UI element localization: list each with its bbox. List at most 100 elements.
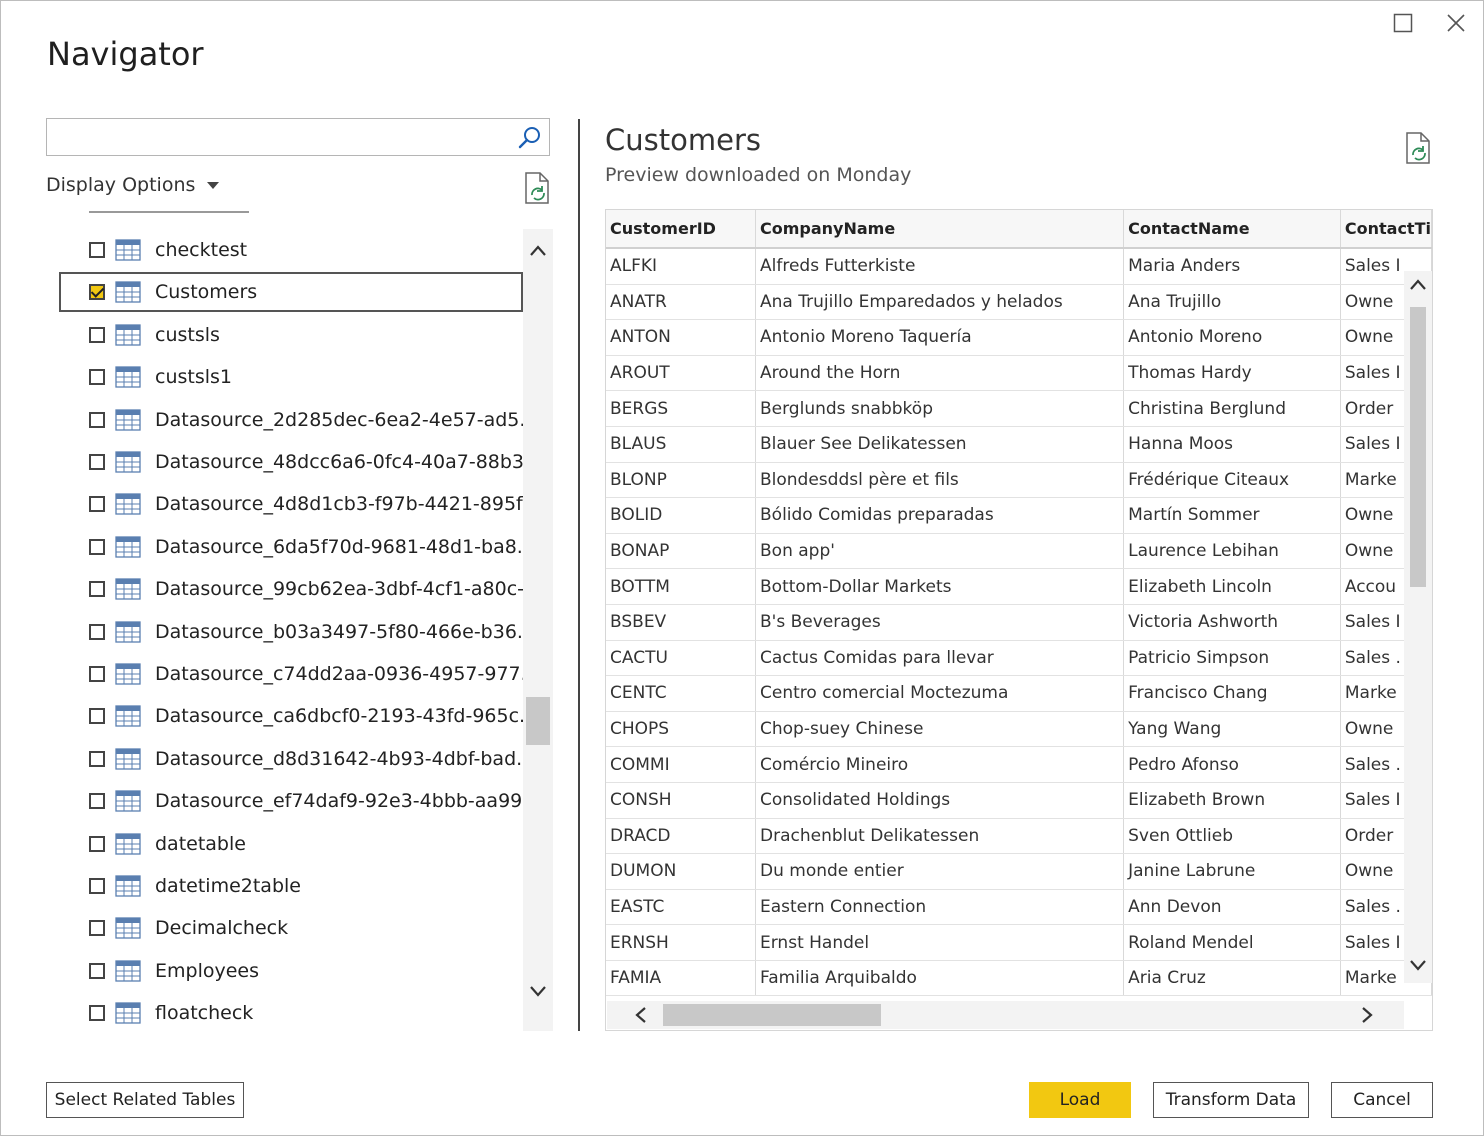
refresh-file-icon[interactable]: [522, 171, 552, 205]
tree-item-checkbox[interactable]: [89, 538, 105, 555]
table-row[interactable]: CENTC Centro comercial Moctezuma Francisco…: [606, 675, 1432, 712]
column-header[interactable]: ContactName: [1123, 210, 1341, 249]
refresh-file-icon[interactable]: [1403, 131, 1433, 165]
tree-item-checkbox[interactable]: [89, 326, 105, 343]
tree-item-checkbox[interactable]: [89, 962, 105, 979]
tree-item[interactable]: Datasource_b03a3497-5f80-466e-b36...: [59, 612, 525, 652]
tree-item-checkbox[interactable]: [89, 666, 105, 682]
tree-item[interactable]: Customers: [59, 272, 523, 313]
table-row[interactable]: BONAP Bon app' Laurence Lebihan Owne: [606, 533, 1432, 570]
tree-item[interactable]: datetime2table: [59, 866, 523, 906]
tree-item[interactable]: checktest: [59, 230, 523, 270]
close-button[interactable]: [1441, 9, 1471, 37]
tree-item-checkbox[interactable]: [89, 369, 105, 386]
tree-item-checkbox[interactable]: [89, 708, 105, 725]
tree-item[interactable]: Datasource_ef74daf9-92e3-4bbb-aa99...: [59, 781, 525, 821]
tree-item-checkbox[interactable]: [89, 793, 105, 810]
table-cell: CONSH: [606, 782, 756, 819]
tree-item-label: Datasource_4d8d1cb3-f97b-4421-895f...: [155, 493, 525, 516]
tree-item-checkbox[interactable]: [89, 496, 105, 513]
column-header[interactable]: ContactTi: [1340, 210, 1432, 249]
table-row[interactable]: BOLID Bólido Comidas preparadas Martín Som…: [606, 497, 1432, 534]
search-input[interactable]: [47, 119, 527, 155]
table-row[interactable]: BERGS Berglunds snabbköp Christina Berglun…: [606, 390, 1432, 427]
table-row[interactable]: ERNSH Ernst Handel Roland Mendel Sales I: [606, 924, 1432, 961]
tree-item-checkbox[interactable]: [89, 920, 105, 937]
tree-item[interactable]: floatcheck: [59, 993, 523, 1031]
maximize-icon: [1393, 13, 1413, 33]
tree-item-checkbox[interactable]: [89, 878, 105, 894]
table-row[interactable]: BSBEV B's Beverages Victoria Ashworth Sales…: [606, 604, 1432, 641]
load-button[interactable]: Load: [1029, 1082, 1131, 1118]
pane-divider[interactable]: [578, 119, 580, 1031]
tree-item[interactable]: Datasource_6da5f70d-9681-48d1-ba8...: [59, 527, 525, 567]
search-icon[interactable]: [517, 125, 543, 151]
column-header[interactable]: CompanyName: [755, 210, 1125, 249]
tree-item[interactable]: custsls1: [59, 357, 523, 397]
tree-item-checkbox[interactable]: [89, 284, 105, 301]
tree-item-checkbox[interactable]: [89, 454, 105, 470]
tree-item-checkbox[interactable]: [89, 835, 105, 852]
tree-item-checkbox[interactable]: [89, 242, 105, 258]
tree-item[interactable]: Datasource_48dcc6a6-0fc4-40a7-88b3...: [59, 442, 525, 482]
table-row[interactable]: CACTU Cactus Comidas para llevar Patricio …: [606, 640, 1432, 677]
table-icon: [115, 917, 141, 940]
tree-item[interactable]: Datasource_4d8d1cb3-f97b-4421-895f...: [59, 484, 525, 524]
table-cell: BLONP: [606, 462, 756, 499]
tree-item[interactable]: Datasource_ca6dbcf0-2193-43fd-965c...: [59, 696, 525, 736]
transform-data-button[interactable]: Transform Data: [1153, 1082, 1309, 1118]
table-row[interactable]: ANTON Antonio Moreno Taquería Antonio More…: [606, 319, 1432, 356]
tree-scrollbar-thumb[interactable]: [526, 697, 550, 745]
table-row[interactable]: COMMI Comércio Mineiro Pedro Afonso Sales .: [606, 746, 1432, 783]
tree-item-label: Datasource_48dcc6a6-0fc4-40a7-88b3...: [155, 451, 525, 473]
tree-item-checkbox[interactable]: [89, 1005, 105, 1022]
tree-item[interactable]: custsls: [59, 315, 523, 355]
table-row[interactable]: DRACD Drachenblut Delikatessen Sven Ottlie…: [606, 818, 1432, 855]
table-row[interactable]: EASTC Eastern Connection Ann Devon Sales .: [606, 889, 1432, 926]
grid-vertical-thumb[interactable]: [1410, 307, 1426, 587]
table-cell: Ann Devon: [1123, 889, 1341, 926]
tree-item-checkbox[interactable]: [89, 411, 105, 428]
tree-item-label: Datasource_d8d31642-4b93-4dbf-bad...: [155, 747, 525, 770]
table-row[interactable]: ANATR Ana Trujillo Emparedados y helados A…: [606, 284, 1432, 321]
tree-item-checkbox[interactable]: [89, 623, 105, 640]
tree-item[interactable]: Datasource_99cb62ea-3dbf-4cf1-a80c-...: [59, 569, 525, 609]
chevron-down-icon[interactable]: [528, 981, 548, 1001]
grid-vertical-scrollbar[interactable]: [1404, 271, 1432, 983]
select-related-tables-button[interactable]: Select Related Tables: [46, 1082, 244, 1118]
chevron-left-icon[interactable]: [631, 1005, 651, 1025]
table-row[interactable]: FAMIA Familia Arquibaldo Aria Cruz Marke: [606, 960, 1432, 997]
tree-item[interactable]: Decimalcheck: [59, 908, 523, 948]
grid-horizontal-scrollbar[interactable]: [607, 1001, 1404, 1029]
table-icon: [115, 1002, 141, 1024]
tree-item-checkbox[interactable]: [89, 750, 105, 767]
tree-item[interactable]: datetable: [59, 824, 523, 864]
tree-item[interactable]: Datasource_2d285dec-6ea2-4e57-ad5...: [59, 400, 525, 440]
tree-item-label: datetime2table: [155, 875, 301, 897]
grid-horizontal-thumb[interactable]: [663, 1004, 881, 1026]
tree-item-checkbox[interactable]: [89, 581, 105, 598]
table-row[interactable]: CHOPS Chop-suey Chinese Yang Wang Owne: [606, 711, 1432, 748]
table-row[interactable]: BLONP Blondesddsl père et fils Frédérique …: [606, 462, 1432, 499]
tree-item[interactable]: Employees: [59, 951, 523, 991]
display-options-dropdown[interactable]: Display Options: [46, 174, 220, 196]
chevron-up-icon[interactable]: [528, 241, 548, 261]
column-header[interactable]: CustomerID: [606, 210, 756, 249]
chevron-right-icon[interactable]: [1357, 1005, 1377, 1025]
table-row[interactable]: ALFKI Alfreds Futterkiste Maria Anders Sale…: [606, 248, 1432, 285]
tree-scrollbar[interactable]: [523, 229, 553, 1031]
chevron-up-icon[interactable]: [1408, 275, 1428, 295]
table-row[interactable]: BLAUS Blauer See Delikatessen Hanna Moos Sa…: [606, 426, 1432, 463]
table-row[interactable]: BOTTM Bottom-Dollar Markets Elizabeth Linc…: [606, 568, 1432, 605]
table-row[interactable]: CONSH Consolidated Holdings Elizabeth Brow…: [606, 782, 1432, 819]
cancel-button[interactable]: Cancel: [1331, 1082, 1433, 1118]
tree-item[interactable]: Datasource_d8d31642-4b93-4dbf-bad...: [59, 739, 525, 779]
chevron-down-icon[interactable]: [1408, 955, 1428, 975]
table-icon: [115, 281, 141, 304]
table-row[interactable]: DUMON Du monde entier Janine Labrune Owne: [606, 853, 1432, 890]
maximize-button[interactable]: [1388, 9, 1418, 37]
preview-subtitle: Preview downloaded on Monday: [605, 164, 912, 186]
tree-item[interactable]: Datasource_c74dd2aa-0936-4957-977...: [59, 654, 525, 694]
table-row[interactable]: AROUT Around the Horn Thomas Hardy Sales I: [606, 355, 1432, 392]
table-cell: Comércio Mineiro: [755, 746, 1125, 783]
